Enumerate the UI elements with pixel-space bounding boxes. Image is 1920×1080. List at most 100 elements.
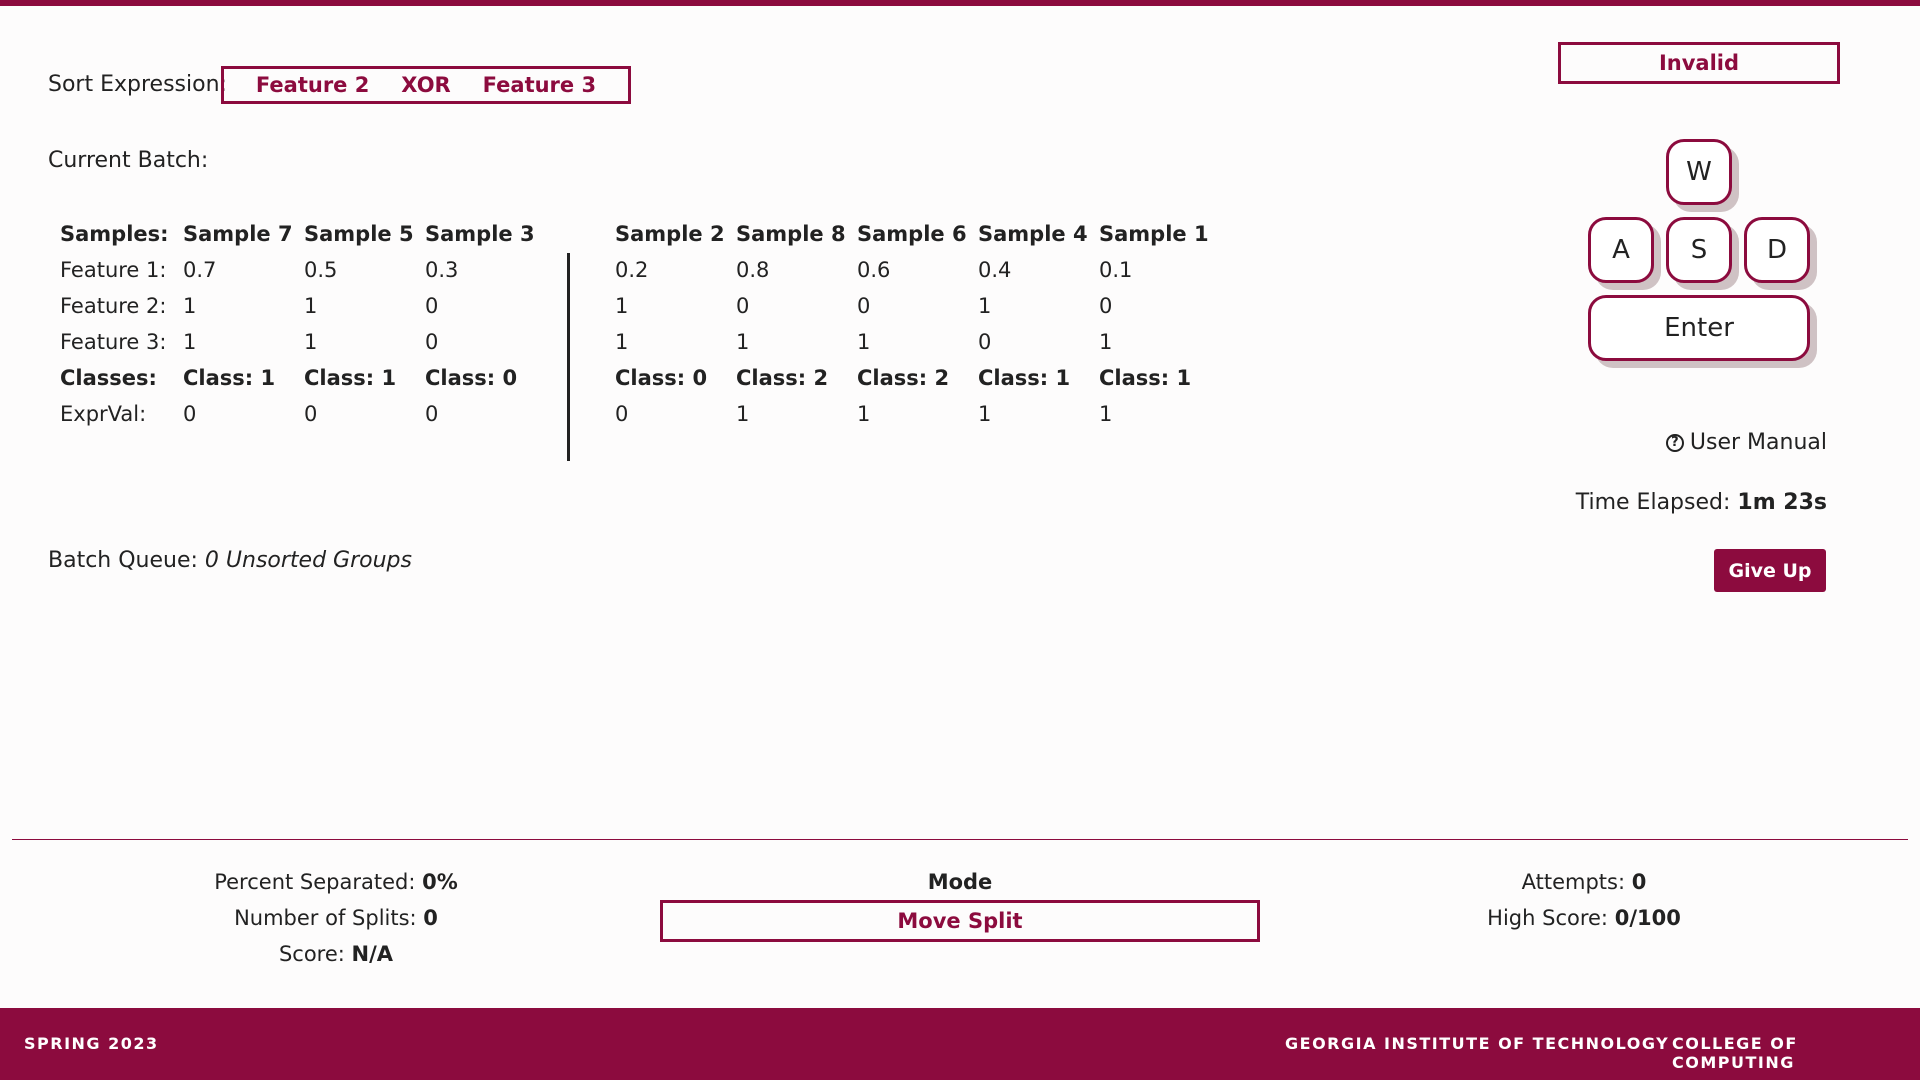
high-score: High Score: 0/100 bbox=[1384, 900, 1784, 936]
number-of-splits-label: Number of Splits: bbox=[234, 906, 417, 930]
sample-feature-2: 0 bbox=[736, 294, 750, 318]
sample-feature-2: 1 bbox=[183, 294, 197, 318]
footer-institute: GEORGIA INSTITUTE OF TECHNOLOGY bbox=[1285, 1034, 1670, 1053]
sample-column: Sample 8 0.8 0 1 Class: 2 1 bbox=[736, 216, 856, 432]
sample-class: Class: 2 bbox=[857, 366, 950, 390]
row-label-feature-3: Feature 3: bbox=[60, 330, 167, 354]
sample-column: Sample 7 0.7 1 1 Class: 1 0 bbox=[183, 216, 303, 432]
sample-column: Sample 1 0.1 0 1 Class: 1 1 bbox=[1099, 216, 1219, 432]
sample-column: Sample 4 0.4 1 0 Class: 1 1 bbox=[978, 216, 1098, 432]
mode-toggle-button[interactable]: Move Split bbox=[660, 900, 1260, 942]
number-of-splits-value: 0 bbox=[423, 906, 438, 930]
footer-college: COLLEGE OF COMPUTING bbox=[1672, 1034, 1798, 1072]
give-up-button[interactable]: Give Up bbox=[1714, 549, 1826, 592]
row-labels-column: Samples: Feature 1: Feature 2: Feature 3… bbox=[60, 216, 180, 432]
time-elapsed: Time Elapsed: 1m 23s bbox=[1576, 490, 1827, 515]
sample-feature-2: 0 bbox=[1099, 294, 1113, 318]
sample-feature-2: 0 bbox=[857, 294, 871, 318]
sample-name: Sample 8 bbox=[736, 222, 846, 246]
batch-queue-label: Batch Queue: bbox=[48, 548, 198, 573]
sample-feature-1: 0.3 bbox=[425, 258, 459, 282]
score-label: Score: bbox=[278, 942, 345, 966]
sample-column: Sample 5 0.5 1 1 Class: 1 0 bbox=[304, 216, 424, 432]
validity-status: Invalid bbox=[1558, 42, 1840, 84]
sample-class: Class: 0 bbox=[425, 366, 518, 390]
section-divider bbox=[12, 839, 1908, 840]
sample-column: Sample 6 0.6 0 1 Class: 2 1 bbox=[857, 216, 977, 432]
sample-exprval: 0 bbox=[183, 402, 197, 426]
sample-name: Sample 1 bbox=[1099, 222, 1209, 246]
high-score-value: 0/100 bbox=[1614, 906, 1681, 930]
number-of-splits: Number of Splits: 0 bbox=[136, 900, 536, 936]
sample-name: Sample 4 bbox=[978, 222, 1088, 246]
sample-exprval: 1 bbox=[857, 402, 871, 426]
sample-class: Class: 1 bbox=[304, 366, 397, 390]
sample-feature-3: 0 bbox=[978, 330, 992, 354]
sample-feature-1: 0.8 bbox=[736, 258, 770, 282]
sample-name: Sample 6 bbox=[857, 222, 967, 246]
sample-name: Sample 7 bbox=[183, 222, 293, 246]
row-label-classes: Classes: bbox=[60, 366, 157, 390]
time-elapsed-label: Time Elapsed: bbox=[1575, 490, 1731, 515]
sample-feature-1: 0.5 bbox=[304, 258, 338, 282]
sample-feature-3: 1 bbox=[1099, 330, 1113, 354]
sample-exprval: 0 bbox=[425, 402, 439, 426]
sample-feature-3: 1 bbox=[304, 330, 318, 354]
expression-term-2: Feature 3 bbox=[482, 73, 597, 97]
percent-separated-label: Percent Separated: bbox=[214, 870, 416, 894]
sample-exprval: 1 bbox=[736, 402, 750, 426]
sort-expression-label: Sort Expression: bbox=[48, 72, 227, 97]
sample-class: Class: 1 bbox=[978, 366, 1071, 390]
sort-expression-box: Feature 2 XOR Feature 3 bbox=[221, 66, 631, 104]
sample-name: Sample 2 bbox=[615, 222, 725, 246]
sample-class: Class: 1 bbox=[1099, 366, 1192, 390]
sample-feature-2: 1 bbox=[978, 294, 992, 318]
sample-exprval: 0 bbox=[615, 402, 629, 426]
score: Score: N/A bbox=[136, 936, 536, 972]
attempt-stats: Attempts: 0 High Score: 0/100 bbox=[1384, 864, 1784, 936]
footer: SPRING 2023 GEORGIA INSTITUTE OF TECHNOL… bbox=[0, 1008, 1920, 1080]
split-divider[interactable] bbox=[567, 253, 570, 461]
sample-column: Sample 3 0.3 0 0 Class: 0 0 bbox=[425, 216, 545, 432]
key-enter-button[interactable]: Enter bbox=[1588, 295, 1810, 361]
sample-exprval: 0 bbox=[304, 402, 318, 426]
sample-exprval: 1 bbox=[1099, 402, 1113, 426]
key-s-button[interactable]: S bbox=[1666, 217, 1732, 283]
sample-feature-1: 0.4 bbox=[978, 258, 1012, 282]
sample-feature-3: 1 bbox=[615, 330, 629, 354]
row-label-exprval: ExprVal: bbox=[60, 402, 147, 426]
sample-feature-3: 1 bbox=[736, 330, 750, 354]
time-elapsed-value: 1m 23s bbox=[1737, 490, 1827, 515]
sample-feature-3: 1 bbox=[857, 330, 871, 354]
attempts-value: 0 bbox=[1631, 870, 1647, 894]
attempts: Attempts: 0 bbox=[1384, 864, 1784, 900]
batch-queue: Batch Queue: 0 Unsorted Groups bbox=[48, 548, 412, 573]
row-label-feature-2: Feature 2: bbox=[60, 294, 167, 318]
sample-class: Class: 0 bbox=[615, 366, 708, 390]
sample-feature-3: 1 bbox=[183, 330, 197, 354]
sample-exprval: 1 bbox=[978, 402, 992, 426]
sample-feature-1: 0.1 bbox=[1099, 258, 1133, 282]
current-batch-label: Current Batch: bbox=[48, 148, 209, 173]
attempts-label: Attempts: bbox=[1521, 870, 1626, 894]
question-circle-icon: ? bbox=[1665, 433, 1684, 452]
sample-column: Sample 2 0.2 1 1 Class: 0 0 bbox=[615, 216, 735, 432]
progress-stats: Percent Separated: 0% Number of Splits: … bbox=[136, 864, 536, 972]
row-label-samples: Samples: bbox=[60, 222, 169, 246]
expression-operator: XOR bbox=[401, 73, 451, 97]
batch-queue-value: 0 Unsorted Groups bbox=[204, 548, 412, 573]
user-manual-link[interactable]: ? User Manual bbox=[1665, 430, 1827, 455]
sample-feature-2: 1 bbox=[615, 294, 629, 318]
sample-feature-3: 0 bbox=[425, 330, 439, 354]
key-w-button[interactable]: W bbox=[1666, 139, 1732, 205]
sample-class: Class: 2 bbox=[736, 366, 829, 390]
sample-feature-2: 0 bbox=[425, 294, 439, 318]
sample-name: Sample 5 bbox=[304, 222, 414, 246]
sample-feature-1: 0.6 bbox=[857, 258, 891, 282]
score-value: N/A bbox=[351, 942, 394, 966]
footer-term: SPRING 2023 bbox=[24, 1034, 159, 1053]
top-accent-bar bbox=[0, 0, 1920, 6]
key-d-button[interactable]: D bbox=[1744, 217, 1810, 283]
key-a-button[interactable]: A bbox=[1588, 217, 1654, 283]
row-label-feature-1: Feature 1: bbox=[60, 258, 167, 282]
